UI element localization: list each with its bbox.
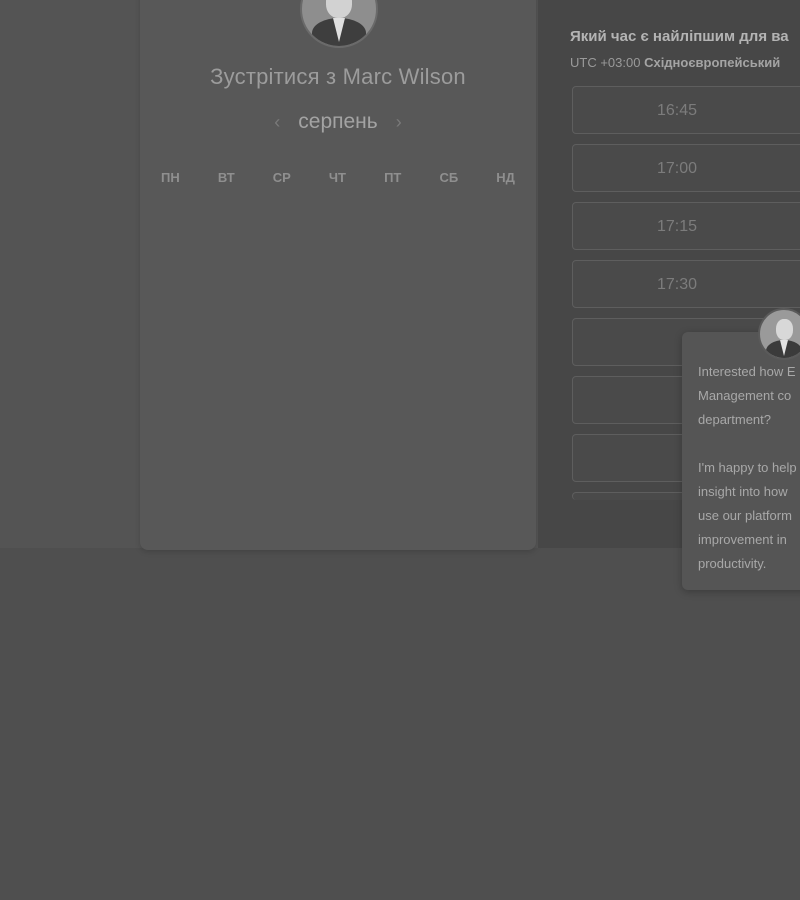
weekday-header: ПН ВТ СР ЧТ ПТ СБ НД: [142, 170, 534, 185]
chat-avatar-face: [776, 319, 793, 340]
timezone-offset: UTC +03:00: [570, 55, 641, 70]
chevron-left-icon[interactable]: ‹: [274, 112, 280, 133]
time-slot-button[interactable]: 17:30: [572, 260, 800, 308]
weekday-sun: НД: [496, 170, 515, 185]
host-face: [326, 0, 352, 18]
weekday-wed: СР: [272, 170, 291, 185]
month-navigation: ‹ серпень ›: [140, 110, 536, 134]
weekday-tue: ВТ: [217, 170, 235, 185]
chevron-right-icon[interactable]: ›: [396, 112, 402, 133]
timezone-label: UTC +03:00 Східноєвропейський: [570, 55, 780, 70]
time-slot-button[interactable]: 17:15: [572, 202, 800, 250]
weekday-thu: ЧТ: [328, 170, 346, 185]
page: Зустрітися з Marc Wilson ‹ серпень › ПН …: [0, 0, 800, 900]
time-slot-button[interactable]: 16:45: [572, 86, 800, 134]
meeting-title: Зустрітися з Marc Wilson: [210, 64, 466, 89]
time-slot-button[interactable]: 17:00: [572, 144, 800, 192]
weekday-mon: ПН: [161, 170, 180, 185]
time-question: Який час є найліпшим для ва: [570, 28, 789, 45]
month-label: серпень: [298, 110, 378, 133]
timezone-name: Східноєвропейський: [644, 55, 781, 70]
weekday-sat: СБ: [439, 170, 459, 185]
weekday-fri: ПТ: [384, 170, 402, 185]
chat-message: Interested how E Management co departmen…: [698, 364, 797, 571]
